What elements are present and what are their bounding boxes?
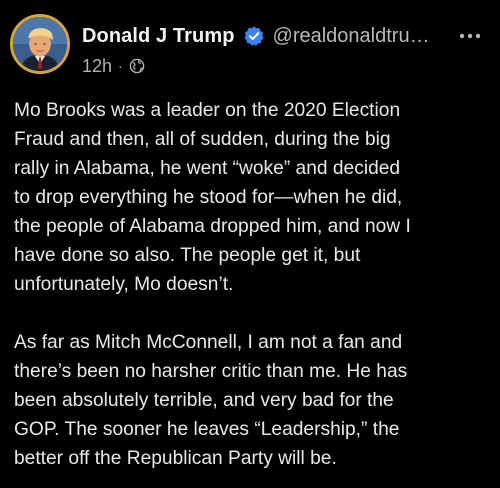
- post-timestamp[interactable]: 12h: [82, 56, 112, 77]
- post-meta: 12h ·: [82, 55, 145, 77]
- globe-icon: [129, 58, 145, 74]
- post-paragraph: As far as Mitch McConnell, I am not a fa…: [14, 332, 408, 469]
- post: Donald J Trump @realdonaldtru… 12h · Mo …: [0, 0, 500, 488]
- post-paragraph: Mo Brooks was a leader on the 2020 Elect…: [14, 100, 411, 295]
- author-handle[interactable]: @realdonaldtru…: [273, 25, 430, 48]
- avatar[interactable]: [10, 14, 70, 74]
- author-name[interactable]: Donald J Trump: [82, 25, 235, 48]
- profile-photo-icon: [13, 17, 67, 71]
- verified-badge-icon: [243, 26, 264, 46]
- more-horizontal-icon[interactable]: [456, 26, 484, 46]
- post-header: Donald J Trump @realdonaldtru…: [82, 22, 488, 50]
- meta-separator: ·: [118, 58, 123, 74]
- post-body: Mo Brooks was a leader on the 2020 Elect…: [14, 96, 494, 473]
